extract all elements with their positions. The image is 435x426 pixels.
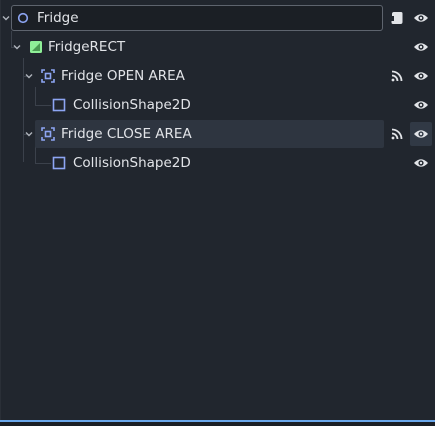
collapse-arrow-icon[interactable] (12, 42, 22, 52)
panel-bottom-edge (0, 422, 435, 426)
node-name[interactable]: Fridge CLOSE AREA (61, 120, 192, 148)
tree-row-open-area[interactable]: Fridge OPEN AREA (0, 62, 435, 90)
eye-icon[interactable] (410, 151, 432, 175)
tree-row-collision-2[interactable]: CollisionShape2D (0, 149, 435, 177)
collapse-arrow-icon[interactable] (1, 13, 11, 23)
eye-icon[interactable] (410, 93, 432, 117)
color-rect-icon (28, 39, 44, 55)
signal-icon[interactable] (388, 64, 406, 88)
node-name-root[interactable]: Fridge (37, 4, 79, 32)
eye-icon[interactable] (410, 122, 432, 146)
node-name[interactable]: FridgeRECT (48, 33, 125, 61)
node-name[interactable]: CollisionShape2D (73, 149, 191, 177)
tree-row-root[interactable]: Fridge (0, 4, 435, 32)
collision-shape-icon (51, 97, 67, 113)
tree-row-collision-1[interactable]: CollisionShape2D (0, 91, 435, 119)
signal-icon[interactable] (388, 122, 406, 146)
tree-row-close-area[interactable]: Fridge CLOSE AREA (0, 120, 435, 148)
eye-icon[interactable] (410, 64, 432, 88)
area2d-icon (40, 68, 56, 84)
eye-icon[interactable] (410, 35, 432, 59)
area2d-icon (40, 126, 56, 142)
script-icon[interactable] (388, 6, 406, 30)
node2d-circle-icon (15, 10, 31, 26)
tree-row-fridgerect[interactable]: FridgeRECT (0, 33, 435, 61)
collapse-arrow-icon[interactable] (24, 71, 34, 81)
eye-icon[interactable] (410, 6, 432, 30)
collision-shape-icon (51, 155, 67, 171)
node-name[interactable]: CollisionShape2D (73, 91, 191, 119)
node-name[interactable]: Fridge OPEN AREA (61, 62, 185, 90)
scene-tree: Fridge FridgeRECT Fridge OPEN AREA Colli… (0, 0, 435, 420)
collapse-arrow-icon[interactable] (24, 129, 34, 139)
